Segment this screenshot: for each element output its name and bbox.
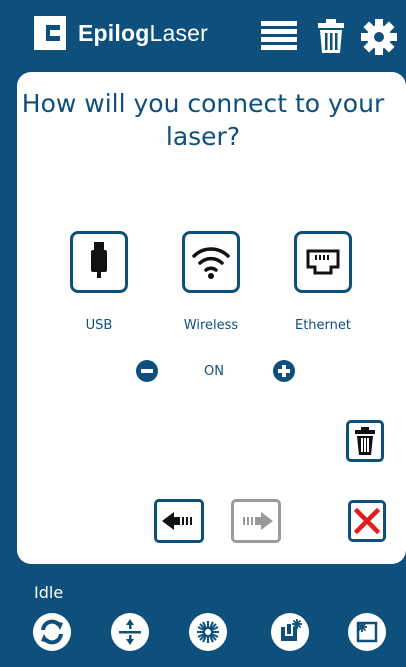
wireless-button[interactable] (182, 231, 240, 293)
brand-name: EpilogLaser (78, 19, 209, 46)
close-button[interactable] (348, 500, 386, 542)
close-icon (354, 508, 380, 534)
laser-star-icon[interactable] (189, 613, 227, 651)
wifi-icon (192, 247, 230, 279)
focus-icon[interactable] (111, 613, 149, 651)
home-corner-icon[interactable] (348, 613, 386, 651)
ethernet-button[interactable] (294, 231, 352, 293)
delete-button[interactable] (346, 420, 384, 462)
job-icon[interactable] (271, 613, 309, 651)
status-text: Idle (34, 583, 64, 602)
usb-icon (91, 242, 107, 278)
wireless-label: Wireless (183, 318, 239, 333)
delete-icon (355, 427, 375, 455)
logo-icon (34, 16, 66, 50)
ethernet-icon (306, 249, 340, 275)
minus-icon[interactable] (136, 360, 158, 382)
toggle-state: ON (204, 364, 224, 379)
back-arrow-icon (162, 512, 192, 530)
forward-arrow-icon (243, 512, 273, 530)
list-icon[interactable] (259, 19, 299, 53)
brand-logo: EpilogLaser (34, 16, 208, 50)
refresh-icon[interactable] (33, 613, 71, 651)
back-button[interactable] (154, 499, 204, 543)
trash-icon[interactable] (316, 19, 346, 53)
plus-icon[interactable] (273, 360, 295, 382)
ethernet-label: Ethernet (295, 318, 351, 333)
page-title: How will you connect to your laser? (21, 89, 385, 151)
usb-button[interactable] (70, 231, 128, 293)
forward-button[interactable] (231, 499, 281, 543)
usb-label: USB (85, 318, 113, 333)
gear-icon[interactable] (361, 19, 397, 55)
